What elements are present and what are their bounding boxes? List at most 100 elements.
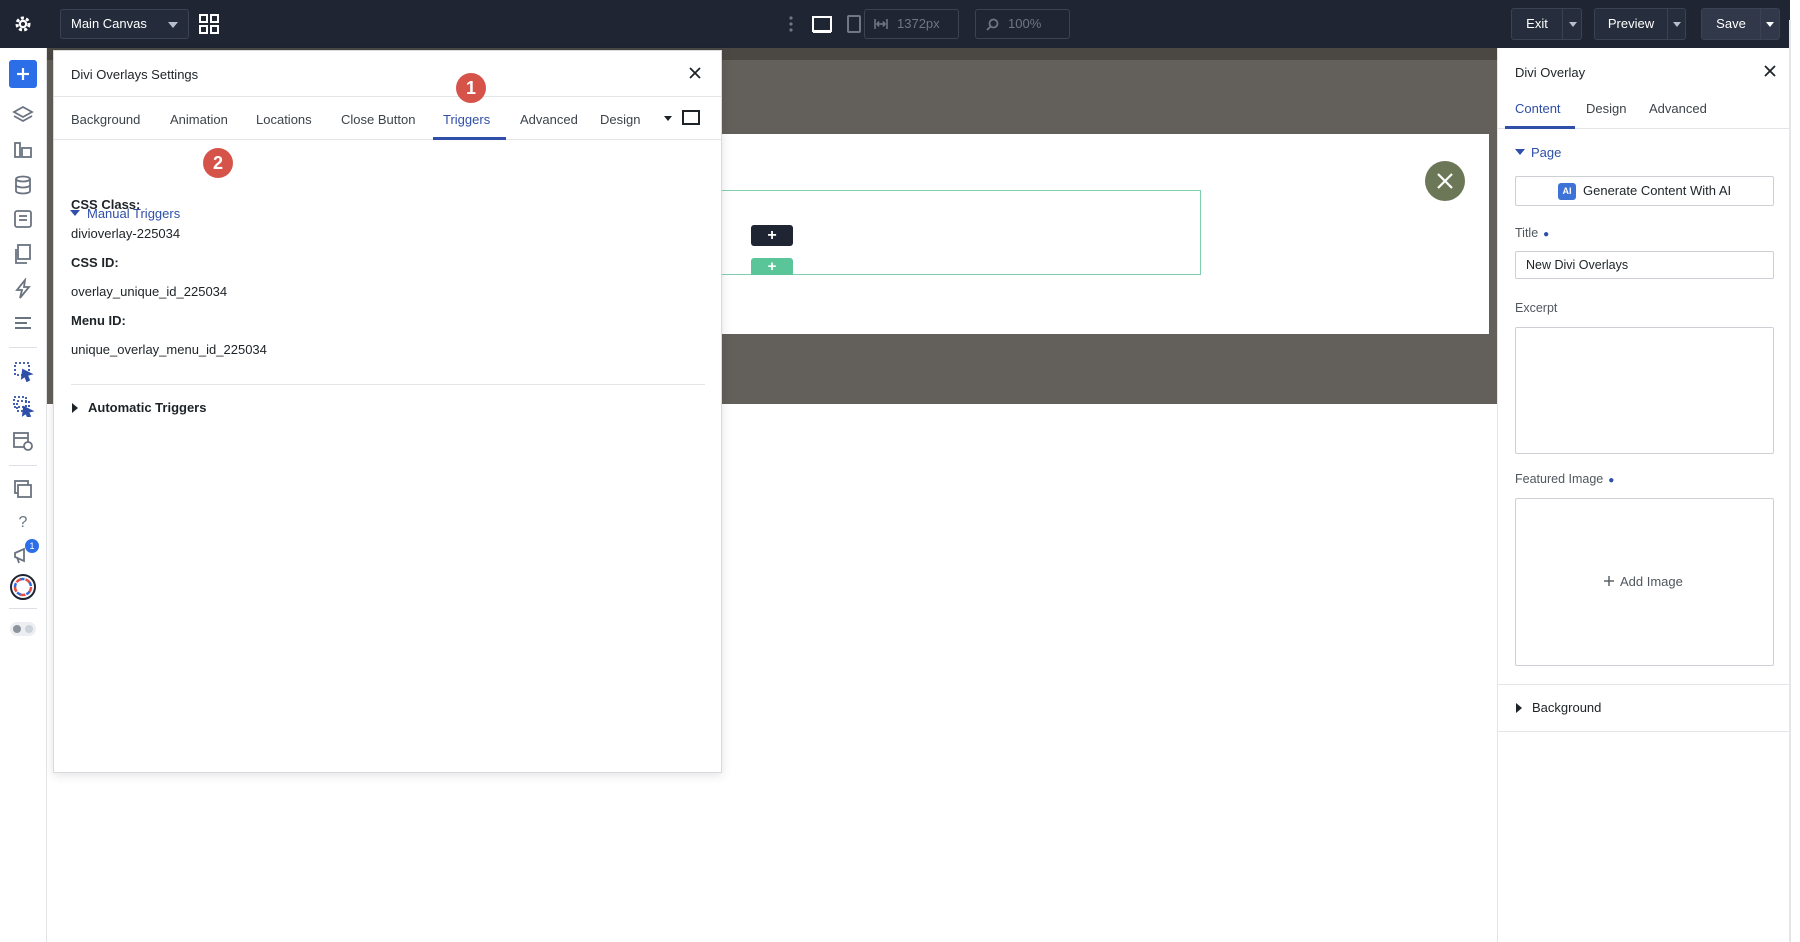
chevron-down-icon[interactable]	[664, 116, 672, 121]
chevron-down-icon[interactable]	[1766, 22, 1774, 27]
close-icon[interactable]	[687, 65, 703, 81]
modal-header: Divi Overlays Settings	[54, 51, 721, 97]
right-settings-panel: Divi Overlay Content Design Advanced Pag…	[1497, 48, 1791, 942]
excerpt-label: Excerpt	[1515, 301, 1558, 315]
preview-label: Preview	[1607, 16, 1655, 31]
save-label: Save	[1716, 16, 1746, 31]
ai-icon: AI	[1558, 183, 1576, 200]
checklist-icon[interactable]	[12, 208, 34, 230]
tab-design[interactable]: Design	[1586, 101, 1626, 116]
menu-id-value: unique_overlay_menu_id_225034	[71, 342, 267, 357]
automatic-triggers-toggle[interactable]: Automatic Triggers	[88, 400, 206, 415]
layout-settings-icon[interactable]	[12, 430, 34, 452]
section-divider	[1498, 731, 1791, 732]
exit-button[interactable]: Exit	[1511, 8, 1582, 40]
top-toolbar: Main Canvas 1372px 100% Exit Preview Sav…	[0, 0, 1800, 48]
preview-button[interactable]: Preview	[1594, 8, 1686, 40]
expand-modal-icon[interactable]	[682, 110, 700, 125]
css-id-label: CSS ID:	[71, 255, 119, 270]
section-divider	[71, 384, 705, 385]
title-label: Title ●	[1515, 226, 1549, 240]
window-edge	[1790, 0, 1800, 942]
excerpt-textarea[interactable]	[1515, 327, 1774, 454]
list-icon[interactable]	[12, 312, 34, 334]
grid-icon[interactable]	[198, 13, 220, 35]
gear-icon[interactable]	[12, 13, 34, 35]
theme-toggle[interactable]	[10, 622, 36, 636]
notification-badge: 1	[25, 539, 39, 553]
tab-locations[interactable]: Locations	[256, 112, 312, 127]
close-icon[interactable]	[1763, 64, 1777, 78]
canvas-width-field[interactable]: 1372px	[864, 9, 959, 39]
featured-image-label: Featured Image ●	[1515, 472, 1614, 486]
zoom-value: 100%	[1008, 16, 1042, 31]
section-divider	[1498, 684, 1791, 685]
database-icon[interactable]	[12, 174, 34, 196]
css-class-label: CSS Class:	[71, 197, 141, 212]
desktop-view-icon[interactable]	[811, 13, 833, 35]
exit-label: Exit	[1526, 16, 1548, 31]
step-badge: 2	[203, 148, 233, 178]
tab-background[interactable]: Background	[71, 112, 140, 127]
css-class-value: divioverlay-225034	[71, 226, 181, 241]
lightning-icon[interactable]	[12, 278, 34, 300]
background-section-toggle[interactable]: Background	[1532, 700, 1601, 715]
modal-tabs: Background Animation Locations Close But…	[54, 98, 721, 140]
tab-animation[interactable]: Animation	[170, 112, 228, 127]
tab-advanced[interactable]: Advanced	[520, 112, 578, 127]
tablet-view-icon[interactable]	[843, 13, 865, 35]
dynamic-indicator-icon: ●	[1543, 229, 1550, 240]
zoom-field[interactable]: 100%	[975, 9, 1070, 39]
panel-title: Divi Overlay	[1515, 65, 1586, 80]
overlay-trigger-alt-icon[interactable]	[12, 395, 34, 417]
title-input[interactable]: New Divi Overlays	[1515, 251, 1774, 279]
more-vertical-icon[interactable]	[786, 13, 796, 35]
tab-advanced[interactable]: Advanced	[1649, 101, 1707, 116]
split-divider	[1667, 9, 1668, 39]
tab-triggers[interactable]: Triggers	[443, 112, 490, 127]
zoom-icon	[986, 18, 999, 31]
canvas-select-value: Main Canvas	[71, 16, 147, 31]
modal-title: Divi Overlays Settings	[71, 67, 199, 82]
divi-logo-icon[interactable]	[9, 573, 37, 601]
save-button[interactable]: Save	[1701, 8, 1780, 40]
tab-close-button[interactable]: Close Button	[341, 112, 415, 127]
tab-design[interactable]: Design	[600, 112, 640, 127]
css-id-value: overlay_unique_id_225034	[71, 284, 228, 299]
split-divider	[1760, 9, 1761, 39]
layers-icon[interactable]	[12, 104, 34, 126]
plus-icon	[1603, 575, 1615, 587]
step-badge: 1	[456, 73, 486, 103]
active-tab-indicator	[433, 137, 506, 140]
help-icon[interactable]: ?	[12, 512, 34, 534]
page-section-toggle[interactable]: Page	[1531, 145, 1561, 160]
chevron-down-icon[interactable]	[1673, 22, 1681, 27]
collapsed-arrow-icon[interactable]	[1516, 703, 1522, 713]
add-image-label: Add Image	[1620, 574, 1683, 589]
add-row-button[interactable]: +	[751, 225, 793, 246]
add-module-button[interactable]: +	[751, 258, 793, 275]
panel-tabs: Content Design Advanced	[1498, 87, 1791, 129]
canvas-select[interactable]: Main Canvas	[60, 9, 189, 39]
featured-image-upload[interactable]: Add Image	[1515, 498, 1774, 666]
toggle-knob-alt	[25, 625, 33, 633]
tab-content[interactable]: Content	[1515, 101, 1561, 116]
split-divider	[1562, 9, 1563, 39]
expanded-arrow-icon[interactable]	[1515, 149, 1525, 155]
collapsed-arrow-icon[interactable]	[72, 403, 78, 413]
add-icon[interactable]	[9, 60, 37, 88]
chevron-down-icon[interactable]	[1569, 22, 1577, 27]
toggle-knob	[13, 625, 21, 633]
scrollbar[interactable]	[1789, 20, 1791, 942]
divi-overlays-settings-modal: Divi Overlays Settings Background Animat…	[53, 50, 722, 773]
pages-icon[interactable]	[12, 243, 34, 265]
overlay-trigger-icon[interactable]	[12, 360, 34, 382]
generate-ai-label: Generate Content With AI	[1583, 183, 1732, 198]
windows-icon[interactable]	[12, 478, 34, 500]
overlay-close-icon[interactable]	[1425, 161, 1465, 201]
library-icon[interactable]	[12, 139, 34, 161]
generate-ai-button[interactable]: AI Generate Content With AI	[1515, 176, 1774, 206]
left-rail: ? 1	[0, 48, 47, 942]
rail-divider	[9, 465, 37, 466]
rail-divider	[9, 347, 37, 348]
